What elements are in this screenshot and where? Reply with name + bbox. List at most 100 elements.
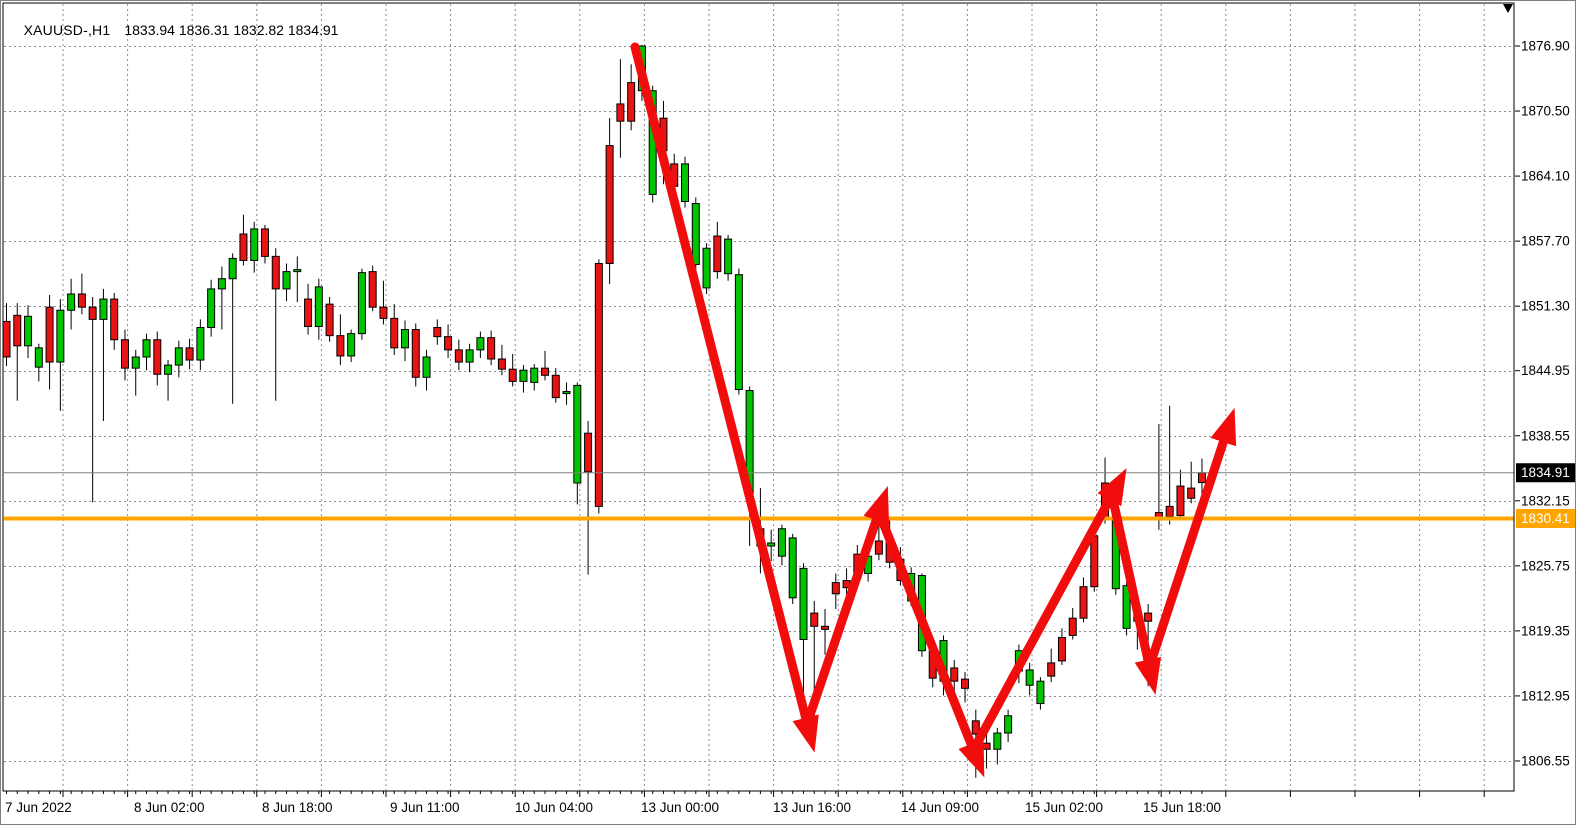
price-chart[interactable]: 1876.901870.501864.101857.701851.301844.…	[1, 1, 1576, 825]
plot-frame	[3, 3, 1514, 791]
bear-candle	[455, 350, 462, 362]
bear-candle	[380, 307, 387, 318]
bull-candle	[315, 287, 322, 327]
bear-candle	[714, 236, 721, 272]
bear-candle	[822, 626, 829, 629]
price-axis-label: 1838.55	[1521, 428, 1570, 443]
bear-candle	[434, 328, 441, 337]
bear-candle	[951, 668, 958, 681]
bull-candle	[100, 299, 107, 319]
bear-candle	[412, 330, 419, 378]
bear-candle	[445, 337, 452, 350]
bull-candle	[682, 164, 689, 202]
bull-candle	[789, 538, 796, 598]
bear-candle	[46, 307, 53, 362]
bull-candle	[477, 338, 484, 350]
time-axis-label: 15 Jun 02:00	[1025, 800, 1103, 815]
trend-arrow[interactable]	[974, 495, 1112, 749]
price-axis-label: 1819.35	[1521, 623, 1570, 638]
trend-arrow[interactable]	[635, 47, 807, 723]
bear-candle	[595, 263, 602, 506]
bear-candle	[14, 315, 21, 345]
bear-candle	[628, 83, 635, 122]
bull-candle	[165, 365, 172, 374]
bear-candle	[962, 679, 969, 688]
bull-candle	[768, 543, 775, 546]
bear-candle	[1091, 536, 1098, 587]
time-axis-label: 8 Jun 02:00	[134, 800, 205, 815]
bear-candle	[261, 229, 268, 256]
price-axis-label: 1870.50	[1521, 104, 1570, 119]
bull-candle	[735, 275, 742, 390]
bear-candle	[111, 299, 118, 340]
bull-candle	[251, 229, 258, 261]
last-bar-ohlc-label: 1833.94 1836.31 1832.82 1834.91	[124, 22, 338, 38]
price-axis-label: 1812.95	[1521, 688, 1570, 703]
time-axis-label: 13 Jun 16:00	[773, 800, 851, 815]
time-axis[interactable]: 7 Jun 20228 Jun 02:008 Jun 18:009 Jun 11…	[5, 791, 1484, 815]
bull-candle	[218, 279, 225, 289]
symbol-period-label: XAUUSD-,H1	[24, 22, 111, 38]
bull-candle	[703, 248, 710, 288]
bull-candle	[294, 270, 301, 272]
bull-candle	[358, 273, 365, 334]
bull-candle	[132, 357, 139, 368]
bull-candle	[401, 330, 408, 348]
bull-candle	[692, 204, 699, 265]
bear-candle	[585, 433, 592, 472]
price-axis[interactable]: 1876.901870.501864.101857.701851.301844.…	[1515, 39, 1576, 769]
price-tag-label: 1834.91	[1521, 465, 1570, 480]
bull-candle	[57, 310, 64, 362]
bear-candle	[186, 348, 193, 360]
bear-candle	[542, 368, 549, 375]
bear-candle	[369, 272, 376, 308]
bull-candle	[994, 733, 1001, 749]
bear-candle	[1048, 663, 1055, 676]
chart-title: XAUUSD-,H1 1833.94 1836.31 1832.82 1834.9…	[8, 6, 338, 54]
time-axis-label: 8 Jun 18:00	[262, 800, 333, 815]
candlesticks	[3, 45, 1205, 778]
price-axis-label: 1851.30	[1521, 299, 1570, 314]
bear-candle	[121, 340, 128, 368]
price-axis-label: 1857.70	[1521, 234, 1570, 249]
bull-candle	[725, 239, 732, 274]
bull-candle	[35, 348, 42, 367]
bear-candle	[272, 256, 279, 289]
bear-candle	[811, 613, 818, 626]
price-axis-label: 1864.10	[1521, 169, 1570, 184]
bull-candle	[466, 350, 473, 362]
bull-candle	[68, 294, 75, 310]
bull-candle	[143, 340, 150, 357]
bear-candle	[1166, 506, 1173, 516]
bear-candle	[326, 304, 333, 336]
trend-arrows[interactable]	[635, 47, 1225, 749]
bear-candle	[1069, 618, 1076, 635]
grid-lines	[4, 4, 1513, 790]
chart-shift-marker-icon[interactable]	[1503, 4, 1513, 13]
bear-candle	[240, 234, 247, 260]
time-axis-label: 14 Jun 09:00	[901, 800, 979, 815]
price-lines[interactable]	[4, 473, 1514, 519]
price-axis-label: 1825.75	[1521, 558, 1570, 573]
bear-candle	[337, 336, 344, 356]
bear-candle	[983, 743, 990, 749]
bear-candle	[305, 299, 312, 326]
trend-arrow[interactable]	[808, 515, 878, 721]
bear-candle	[1198, 473, 1205, 483]
time-axis-label: 9 Jun 11:00	[390, 800, 460, 815]
bear-candle	[1188, 488, 1195, 498]
price-axis-label: 1806.55	[1521, 753, 1570, 768]
bull-candle	[1005, 716, 1012, 733]
bear-candle	[3, 321, 10, 357]
bear-candle	[78, 294, 85, 307]
bull-candle	[283, 272, 290, 289]
chart-window: XAUUSD-,H1 1833.94 1836.31 1832.82 1834.9…	[0, 0, 1576, 825]
bear-candle	[154, 340, 161, 375]
bull-candle	[520, 370, 527, 381]
time-axis-label: 13 Jun 00:00	[641, 800, 719, 815]
price-axis-label: 1844.95	[1521, 363, 1570, 378]
bear-candle	[617, 104, 624, 121]
bear-candle	[552, 375, 559, 397]
bear-candle	[391, 318, 398, 347]
time-axis-label: 10 Jun 04:00	[515, 800, 593, 815]
